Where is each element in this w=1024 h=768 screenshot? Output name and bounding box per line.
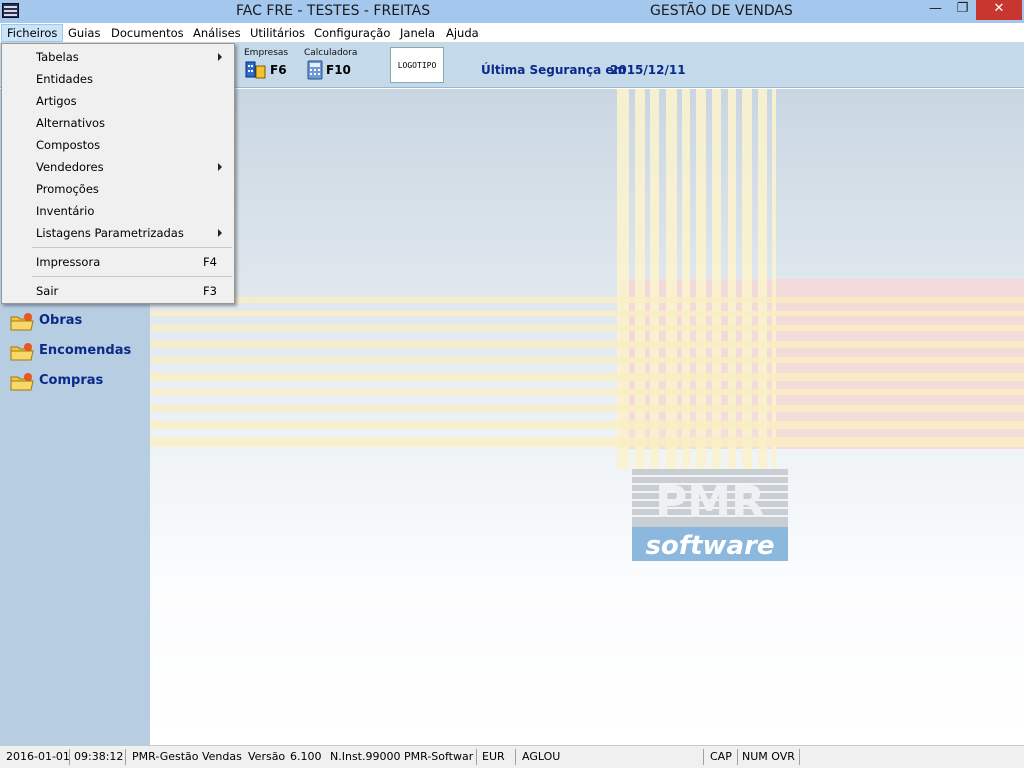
status-caps-lock: CAP [706, 749, 738, 765]
minimize-icon[interactable]: — [922, 0, 949, 20]
menu-separator [32, 276, 232, 277]
last-backup-label: Última Segurança em [481, 63, 626, 77]
menu-item-tabelas[interactable]: Tabelas [4, 46, 232, 68]
menu-item-sair[interactable]: Sair F3 [4, 280, 232, 302]
menu-item-label: Impressora [36, 255, 101, 269]
empresas-shortcut: F6 [270, 63, 287, 77]
folder-star-icon [10, 373, 34, 391]
menu-item-entidades[interactable]: Entidades [4, 68, 232, 90]
status-app-name: PMR-Gestão Vendas [132, 750, 242, 763]
sidebar-item-obras[interactable]: Obras [8, 309, 148, 333]
menu-item-shortcut: F3 [203, 284, 217, 298]
submenu-arrow-icon [218, 229, 222, 237]
workspace-background: PMR software [150, 89, 1024, 745]
submenu-arrow-icon [218, 163, 222, 171]
menu-utilitarios[interactable]: Utilitários [245, 24, 310, 42]
status-vendor: PMR-Softwar [400, 749, 477, 765]
menu-item-label: Vendedores [36, 160, 104, 174]
menu-analises[interactable]: Análises [188, 24, 246, 42]
menu-item-label: Listagens Parametrizadas [36, 226, 184, 240]
menu-item-label: Inventário [36, 204, 95, 218]
menu-item-label: Artigos [36, 94, 77, 108]
menu-item-label: Promoções [36, 182, 99, 196]
menu-item-label: Compostos [36, 138, 101, 152]
status-version: 6.100 [290, 750, 322, 763]
sidebar-item-label: Obras [39, 313, 83, 328]
menu-guias[interactable]: Guias [63, 24, 105, 42]
status-time: 09:38:12 [70, 749, 126, 765]
pmr-watermark: PMR software [150, 89, 1024, 561]
close-icon[interactable]: ✕ [976, 0, 1022, 20]
menu-bar: Ficheiros Guias Documentos Análises Util… [0, 23, 1024, 43]
window-title: FAC FRE - TESTES - FREITAS [236, 3, 431, 19]
ficheiros-dropdown: Tabelas Entidades Artigos Alternativos C… [1, 43, 235, 304]
status-version-label: Versão [248, 750, 286, 763]
sidebar-item-label: Compras [39, 373, 104, 388]
status-bar: 2016-01-01 09:38:12 PMR-Gestão Vendas Ve… [0, 745, 1024, 768]
submenu-arrow-icon [218, 53, 222, 61]
sidebar-item-encomendas[interactable]: Encomendas [8, 339, 148, 363]
status-date: 2016-01-01 [2, 749, 70, 765]
menu-item-label: Tabelas [36, 50, 79, 64]
menu-item-impressora[interactable]: Impressora F4 [4, 251, 232, 273]
menu-item-label: Alternativos [36, 116, 106, 130]
logo-placeholder: LOGOTIPO [390, 47, 444, 83]
watermark-brand-top: PMR [655, 477, 765, 528]
calculadora-label: Calculadora [304, 48, 358, 58]
menu-item-alternativos[interactable]: Alternativos [4, 112, 232, 134]
status-install-number: N.Inst.99000 [330, 750, 400, 763]
folder-star-icon [10, 313, 34, 331]
menu-ajuda[interactable]: Ajuda [441, 24, 484, 42]
title-bar: FAC FRE - TESTES - FREITAS GESTÃO DE VEN… [0, 0, 1024, 23]
restore-icon[interactable]: ❐ [949, 0, 976, 20]
menu-configuracao[interactable]: Configuração [309, 24, 395, 42]
status-num-ovr: NUM OVR [738, 749, 800, 765]
menu-item-vendedores[interactable]: Vendedores [4, 156, 232, 178]
menu-separator [32, 247, 232, 248]
folder-star-icon [10, 343, 34, 361]
menu-item-listagens-parametrizadas[interactable]: Listagens Parametrizadas [4, 222, 232, 244]
menu-item-compostos[interactable]: Compostos [4, 134, 232, 156]
menu-item-label: Sair [36, 284, 59, 298]
menu-item-inventario[interactable]: Inventário [4, 200, 232, 222]
status-empty-panel [802, 749, 1020, 765]
empresas-label: Empresas [244, 48, 289, 58]
sidebar-item-compras[interactable]: Compras [8, 369, 148, 393]
watermark-brand-bottom: software [645, 531, 774, 561]
menu-item-promocoes[interactable]: Promoções [4, 178, 232, 200]
calculadora-shortcut: F10 [326, 63, 351, 77]
menu-ficheiros[interactable]: Ficheiros [1, 24, 64, 42]
sidebar-item-label: Encomendas [39, 343, 132, 358]
menu-item-label: Entidades [36, 72, 93, 86]
app-logo-icon[interactable] [2, 3, 19, 18]
menu-item-artigos[interactable]: Artigos [4, 90, 232, 112]
calculator-icon[interactable] [307, 60, 323, 80]
menu-janela[interactable]: Janela [395, 24, 440, 42]
last-backup-date: 2015/12/11 [610, 63, 686, 77]
menu-item-shortcut: F4 [203, 255, 217, 269]
status-user: AGLOU [518, 749, 704, 765]
module-title: GESTÃO DE VENDAS [650, 3, 793, 19]
menu-documentos[interactable]: Documentos [106, 24, 189, 42]
empresas-icon[interactable] [245, 60, 267, 80]
status-currency: EUR [478, 749, 516, 765]
